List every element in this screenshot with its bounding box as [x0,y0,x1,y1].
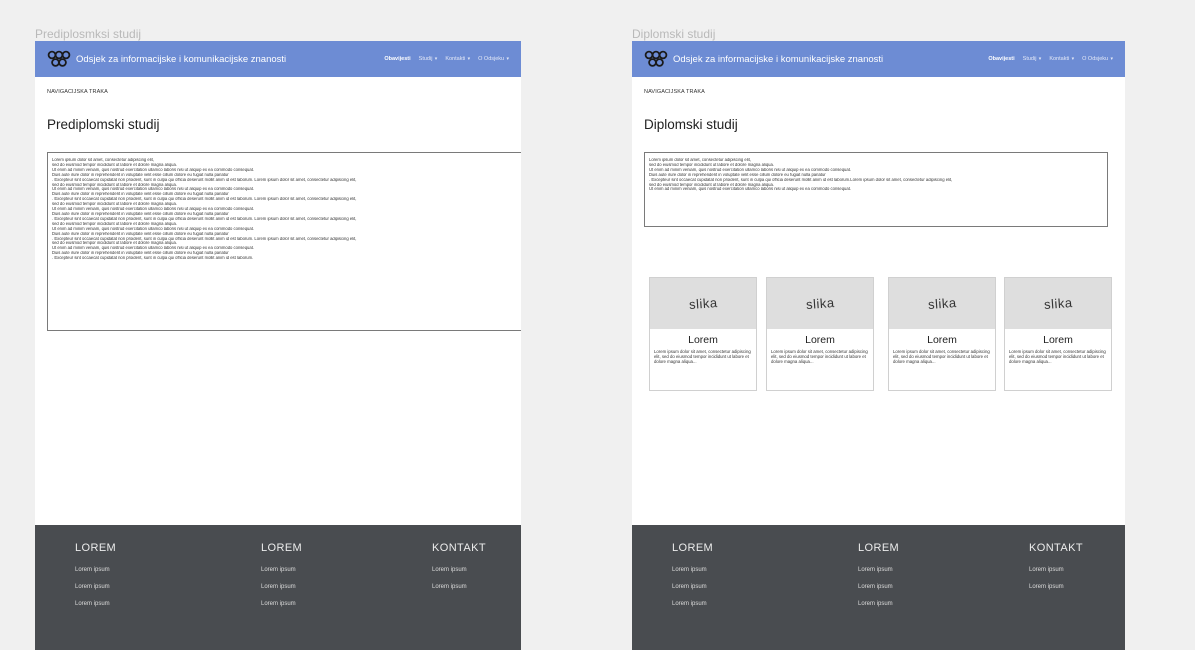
footer-link[interactable]: Lorem ipsum [75,567,116,573]
footer-link[interactable]: Lorem ipsum [432,567,486,573]
nav-link-o-odsjeku[interactable]: O Odsjeku ▾ [478,56,509,62]
nav-link-studij[interactable]: Studij ▾ [1023,56,1042,62]
footer-link[interactable]: Lorem ipsum [672,601,713,607]
card-text: Lorem ipsum dolor sit amet, consectetur … [893,349,990,364]
page-title: Prediplomski studij [47,117,160,132]
page-title: Diplomski studij [644,117,738,132]
nav-link-label: O Odsjeku [478,56,505,62]
text-content-box: Lorem ipsum dolor sit amet, consectetur … [644,152,1108,227]
navbar: Odsjek za informacijske i komunikacijske… [35,41,521,77]
nav-link-kontakti[interactable]: Kontakti ▾ [445,56,470,62]
text-line: Ut enim ad minim veniam, quis nostrud ex… [649,187,852,192]
chevron-down-icon: ▾ [505,56,509,62]
card-text: Lorem ipsum dolor sit amet, consectetur … [1009,349,1106,364]
footer-column-kontakt: KONTAKT Lorem ipsum Lorem ipsum [1029,542,1083,601]
breadcrumb: NAVIGACIJSKA TRAKA [47,89,108,95]
footer-link[interactable]: Lorem ipsum [1029,567,1083,573]
footer-link[interactable]: Lorem ipsum [858,601,899,607]
chevron-down-icon: ▾ [1037,56,1042,62]
card-text: Lorem ipsum dolor sit amet, consectetur … [654,349,751,364]
chevron-down-icon: ▾ [1109,56,1113,62]
footer-link[interactable]: Lorem ipsum [858,584,899,590]
card-title: Lorem [1043,334,1073,346]
footer-link[interactable]: Lorem ipsum [672,567,713,573]
card-image-label: slika [688,295,718,312]
footer-link[interactable]: Lorem ipsum [432,584,486,590]
footer-heading: LOREM [672,542,714,554]
footer-heading: KONTAKT [1029,542,1083,554]
footer-link[interactable]: Lorem ipsum [261,567,302,573]
info-card[interactable]: slika Lorem Lorem ipsum dolor sit amet, … [1004,277,1112,391]
card-title: Lorem [688,334,718,346]
nav-link-studij[interactable]: Studij ▾ [419,56,438,62]
nav-link-label: Kontakti [1049,56,1070,62]
card-text: Lorem ipsum dolor sit amet, consectetur … [771,349,868,364]
nav-link-label: Studij [418,56,433,62]
brand-title: Odsjek za informacijske i komunikacijske… [76,53,287,65]
chevron-down-icon: ▾ [466,56,471,62]
navbar: Odsjek za informacijske i komunikacijske… [632,41,1125,77]
card-image-placeholder: slika [1005,278,1111,329]
logo-icon [644,50,668,67]
nav-links: Obavijesti Studij ▾ Kontakti ▾ O Odsjeku… [988,56,1113,62]
info-card[interactable]: slika Lorem Lorem ipsum dolor sit amet, … [888,277,996,391]
frame-label: Diplomski studij [632,27,716,41]
brand[interactable]: Odsjek za informacijske i komunikacijske… [47,50,286,68]
nav-link-label: Studij [1022,56,1037,62]
nav-link-label: Kontakti [445,56,466,62]
card-title: Lorem [927,334,957,346]
text-content-box: Lorem ipsum dolor sit amet, consectetur … [47,152,521,331]
footer-column: LOREM Lorem ipsum Lorem ipsum Lorem ipsu… [672,542,713,618]
footer-link[interactable]: Lorem ipsum [261,584,302,590]
nav-links: Obavijesti Studij ▾ Kontakti ▾ O Odsjeku… [384,56,509,62]
info-card[interactable]: slika Lorem Lorem ipsum dolor sit amet, … [766,277,874,391]
footer-column-kontakt: KONTAKT Lorem ipsum Lorem ipsum [432,542,486,601]
footer-heading: LOREM [261,542,303,554]
card-image-placeholder: slika [650,278,756,329]
brand-title: Odsjek za informacijske i komunikacijske… [673,53,884,65]
brand[interactable]: Odsjek za informacijske i komunikacijske… [644,50,883,68]
footer-link[interactable]: Lorem ipsum [75,601,116,607]
footer-heading: LOREM [858,542,900,554]
card-image-label: slika [927,295,957,312]
footer-link[interactable]: Lorem ipsum [261,601,302,607]
chevron-down-icon: ▾ [1070,56,1075,62]
card-image-placeholder: slika [767,278,873,329]
footer-heading: LOREM [75,542,117,554]
breadcrumb: NAVIGACIJSKA TRAKA [644,89,705,95]
footer-column: LOREM Lorem ipsum Lorem ipsum Lorem ipsu… [75,542,116,618]
card-title: Lorem [805,334,835,346]
logo-icon [47,50,71,67]
frame-prediplomski: Odsjek za informacijske i komunikacijske… [35,41,521,650]
footer-column: LOREM Lorem ipsum Lorem ipsum Lorem ipsu… [858,542,899,618]
footer-link[interactable]: Lorem ipsum [1029,584,1083,590]
nav-link-kontakti[interactable]: Kontakti ▾ [1049,56,1074,62]
chevron-down-icon: ▾ [433,56,438,62]
info-card[interactable]: slika Lorem Lorem ipsum dolor sit amet, … [649,277,757,391]
card-image-label: slika [1043,295,1073,312]
text-line: . Excepteur sint occaecat cupidatat non … [52,256,254,261]
frame-diplomski: Odsjek za informacijske i komunikacijske… [632,41,1125,650]
nav-link-obavijesti[interactable]: Obavijesti [384,56,410,62]
frame-label: Prediplosmksi studij [35,27,142,41]
footer: LOREM Lorem ipsum Lorem ipsum Lorem ipsu… [35,525,521,650]
nav-link-o-odsjeku[interactable]: O Odsjeku ▾ [1082,56,1113,62]
footer-column: LOREM Lorem ipsum Lorem ipsum Lorem ipsu… [261,542,302,618]
footer-heading: KONTAKT [432,542,486,554]
footer: LOREM Lorem ipsum Lorem ipsum Lorem ipsu… [632,525,1125,650]
nav-link-label: O Odsjeku [1082,56,1109,62]
nav-link-obavijesti[interactable]: Obavijesti [988,56,1014,62]
footer-link[interactable]: Lorem ipsum [858,567,899,573]
card-image-label: slika [805,295,835,312]
card-image-placeholder: slika [889,278,995,329]
footer-link[interactable]: Lorem ipsum [672,584,713,590]
footer-link[interactable]: Lorem ipsum [75,584,116,590]
